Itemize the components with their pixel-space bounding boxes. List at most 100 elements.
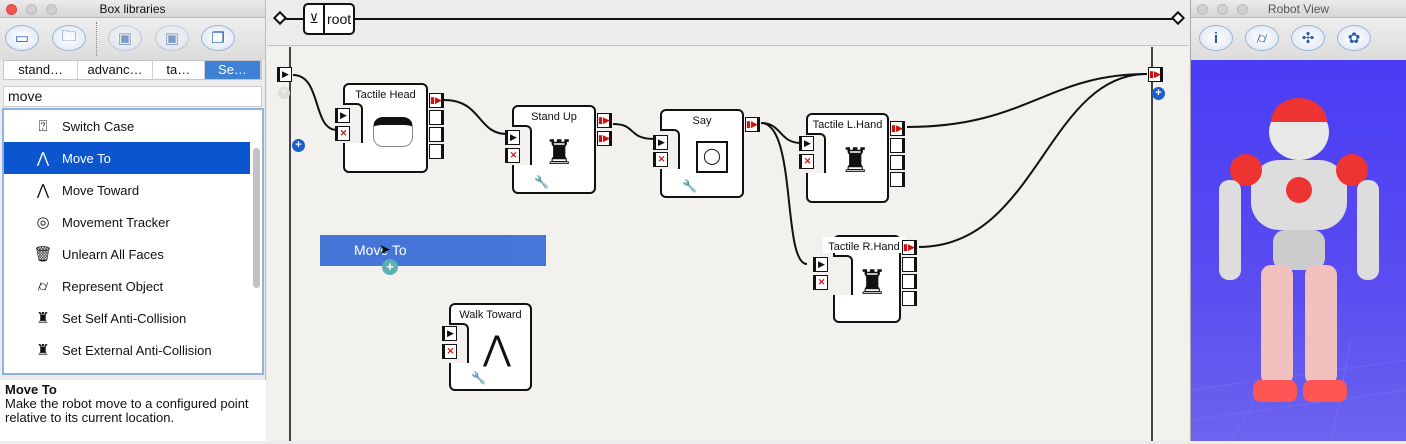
output-port[interactable]	[890, 172, 905, 187]
search-input[interactable]: move	[3, 86, 262, 107]
list-item-label: Switch Case	[62, 118, 135, 134]
wire[interactable]	[918, 73, 1148, 248]
behavior-output-port[interactable]: ▮▶	[1148, 67, 1163, 82]
folder-icon[interactable]: 🗀	[52, 25, 86, 51]
save-icon[interactable]: ▣	[108, 25, 142, 51]
output-port[interactable]: ▮▶	[745, 117, 760, 132]
on-stop-port[interactable]: ✕	[653, 152, 668, 167]
wire[interactable]	[292, 74, 338, 131]
output-port[interactable]: ▮▶	[890, 121, 905, 136]
object-off-icon[interactable]: ⌭	[1245, 25, 1279, 51]
dragged-box-move-to[interactable]: Move To	[320, 235, 546, 266]
wrench-icon[interactable]: 🔧	[682, 179, 697, 193]
wire[interactable]	[760, 122, 802, 144]
wrench-icon[interactable]: 🔧	[471, 371, 486, 385]
list-item[interactable]: ◎ Movement Tracker	[4, 206, 262, 238]
on-start-port[interactable]: ▶	[335, 108, 350, 123]
add-input-button[interactable]: +	[292, 139, 305, 152]
head-icon	[373, 117, 413, 147]
list-item-label: Move Toward	[62, 182, 140, 198]
output-port[interactable]	[429, 110, 444, 125]
output-port[interactable]: ▮▶	[597, 131, 612, 146]
list-item-label: Move To	[62, 150, 111, 166]
output-port[interactable]: ▮▶	[902, 240, 917, 255]
box-tactile-head[interactable]: Tactile Head	[343, 83, 428, 173]
output-port[interactable]	[890, 138, 905, 153]
output-port[interactable]	[902, 274, 917, 289]
wrench-icon[interactable]: 🔧	[534, 175, 549, 189]
output-port[interactable]: ▮▶	[597, 113, 612, 128]
list-item[interactable]: ♜ Set External Anti-Collision	[4, 334, 262, 366]
on-stop-port[interactable]: ✕	[813, 275, 828, 290]
zoom-window-button[interactable]	[46, 4, 57, 15]
behavior-input-port[interactable]: ▶	[277, 67, 292, 82]
box-libraries-panel: Box libraries ▭ 🗀 ▣ ▣ ❐ stand… advanc… t…	[0, 0, 266, 441]
tab-advanced[interactable]: advanc…	[78, 61, 153, 79]
on-start-port[interactable]: ▶	[505, 130, 520, 145]
list-item[interactable]: ♜ Set Self Anti-Collision	[4, 302, 262, 334]
box-title: Walk Toward	[459, 309, 522, 321]
minimize-window-button[interactable]	[1217, 4, 1228, 15]
wire[interactable]	[443, 99, 508, 135]
title-bar: Robot View	[1191, 0, 1406, 18]
box-tactile-l-hand[interactable]: Tactile L.Hand ♜	[806, 113, 889, 203]
on-stop-port[interactable]: ✕	[442, 344, 457, 359]
close-window-button[interactable]	[6, 4, 17, 15]
minimize-window-button[interactable]	[26, 4, 37, 15]
window-icon[interactable]: ▭	[5, 25, 39, 51]
box-walk-toward[interactable]: Walk Toward ⋀ 🔧	[449, 303, 532, 391]
on-start-port[interactable]: ▶	[799, 136, 814, 151]
on-stop-port[interactable]: ✕	[505, 148, 520, 163]
drop-add-icon: +	[382, 259, 398, 275]
output-port[interactable]: ▮▶	[429, 93, 444, 108]
list-item[interactable]: 🗑 Unlearn All Faces	[4, 238, 262, 270]
box-stand-up[interactable]: Stand Up ♜ 🔧	[512, 105, 596, 194]
on-stop-port[interactable]: ✕	[335, 126, 350, 141]
move-to-icon: ⋀	[36, 150, 50, 167]
list-item-label: Set Self Anti-Collision	[62, 310, 187, 326]
library-tabs: stand… advanc… ta… Se…	[3, 60, 262, 80]
settings-off-icon[interactable]: ✿	[1337, 25, 1371, 51]
robot-model	[1190, 98, 1406, 442]
tab-standard[interactable]: stand…	[4, 61, 79, 79]
box-title: Tactile R.Hand	[823, 237, 905, 253]
output-port[interactable]	[429, 144, 444, 159]
output-port[interactable]	[902, 291, 917, 306]
description-panel: Move To Make the robot move to a configu…	[0, 380, 266, 441]
info-icon[interactable]: i	[1199, 25, 1233, 51]
output-port[interactable]	[890, 155, 905, 170]
box-title: Tactile Head	[355, 89, 416, 101]
speech-bubble-icon: ◯	[696, 141, 728, 173]
tab-search[interactable]: Se…	[204, 61, 261, 79]
list-scrollbar[interactable]	[253, 148, 260, 288]
box-say[interactable]: Say ◯ 🔧	[660, 109, 744, 198]
output-port[interactable]	[429, 127, 444, 142]
save-as-icon[interactable]: ▣	[155, 25, 189, 51]
on-start-port[interactable]: ▶	[653, 135, 668, 150]
close-window-button[interactable]	[1197, 4, 1208, 15]
zoom-window-button[interactable]	[1237, 4, 1248, 15]
wire[interactable]	[612, 123, 656, 140]
add-output-button[interactable]: +	[1152, 87, 1165, 100]
list-item[interactable]: ⌭ Represent Object	[4, 270, 262, 302]
multi-window-icon[interactable]: ❐	[201, 25, 235, 51]
box-tactile-r-hand[interactable]: Tactile R.Hand ♜	[823, 235, 905, 323]
robot-3d-view[interactable]	[1190, 60, 1406, 442]
box-title: Say	[692, 115, 712, 127]
on-start-port[interactable]: ▶	[813, 257, 828, 272]
list-item[interactable]: ⍰ Switch Case	[4, 110, 262, 142]
tab-ta[interactable]: ta…	[153, 61, 205, 79]
on-start-port[interactable]: ▶	[442, 326, 457, 341]
robot-icon: ♜	[840, 142, 871, 180]
panel-title: Box libraries	[99, 2, 166, 16]
switch-case-icon: ⍰	[38, 117, 48, 135]
unlearn-faces-icon: 🗑	[33, 246, 53, 263]
list-item[interactable]: ⋀ Move Toward	[4, 174, 262, 206]
joints-off-icon[interactable]: ✣	[1291, 25, 1325, 51]
box-title: Tactile L.Hand	[812, 119, 883, 131]
add-input-icon[interactable]: +	[278, 87, 290, 99]
list-item[interactable]: ⋀ Move To	[4, 142, 250, 174]
on-stop-port[interactable]: ✕	[799, 154, 814, 169]
output-port[interactable]	[902, 257, 917, 272]
list-item-label: Movement Tracker	[62, 214, 170, 230]
